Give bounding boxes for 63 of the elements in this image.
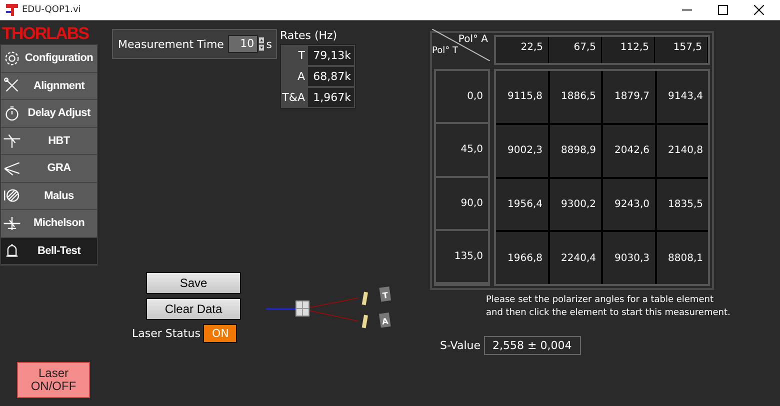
save-button[interactable]: Save [146,272,241,294]
rate-label: T [297,48,306,64]
table-cell[interactable]: 1956,4 [496,178,548,230]
table-cell[interactable]: 1966,8 [496,232,548,284]
close-icon[interactable] [754,5,764,15]
table-cell[interactable]: 9143,4 [656,71,708,123]
spinner-control[interactable] [259,35,264,53]
window-title: EDU-QOP1.vi [22,5,82,15]
column-header: 67,5 [549,37,602,63]
rates-title: Rates (Hz) [280,29,338,42]
unit-label: s [266,38,272,50]
row-axis-label: Pol° T [432,46,458,56]
table-cell[interactable]: 2140,8 [656,124,708,176]
app-icon [5,3,19,17]
nav-item[interactable]: Michelson [1,210,97,238]
tools-icon [3,77,21,94]
measurement-field[interactable]: 10 [228,35,258,53]
s-value-label: S-Value [440,339,481,352]
polarizer-icon [3,187,21,204]
table-cell[interactable]: 9243,0 [603,178,654,230]
table-cell[interactable]: 2042,6 [603,124,654,176]
nav-item[interactable]: Malus [1,182,97,210]
table-cell[interactable]: 9030,3 [603,232,654,284]
instruction-text: Please set the polarizer angles for a table element and then click the element to start this measurement. [486,294,730,320]
row-header: 90,0 [436,178,488,231]
table-cell[interactable]: 1886,5 [550,71,601,123]
rate-value: 1,967k [308,88,354,107]
table-cell[interactable]: 1835,5 [656,178,708,230]
gear-icon [3,50,21,67]
laser-button[interactable]: Laser ON/OFF [17,362,90,398]
setup-drawing: T A [266,284,396,330]
divider-line [432,29,490,61]
maximize-icon[interactable] [718,5,728,15]
column-header: 157,5 [655,37,708,63]
column-header: 22,5 [496,37,549,63]
column-header: 112,5 [602,37,655,63]
measurement-label: Measurement Time [118,38,224,50]
logo: THORLABS [1,23,88,44]
beam-splitter-icon [3,132,21,150]
stopwatch-icon [3,104,21,122]
rate-value: 68,87k [308,67,354,86]
rate-label: T&A [282,90,306,106]
column-axis-label: Pol° A [458,34,488,45]
nav-item[interactable]: Bell-Test [1,238,97,265]
s-value-field: 2,558 ± 0,004 [484,336,581,355]
rate-value: 79,13k [308,46,354,65]
table-cell[interactable]: 9115,8 [496,71,548,123]
table-cell[interactable]: 9002,3 [496,124,548,176]
table-cell[interactable]: 9300,2 [550,178,601,230]
table-cell[interactable]: 8808,1 [656,232,708,284]
beam-paths-icon [3,160,21,177]
nav-item[interactable]: Configuration [1,45,97,72]
table-cell[interactable]: 1879,7 [603,71,654,123]
nav-item[interactable]: Delay Adjust [1,100,97,128]
table-cell[interactable]: 2240,4 [550,232,601,284]
clear-data-button[interactable]: Clear Data [146,298,241,320]
table-cell[interactable]: 8898,9 [550,124,601,176]
nav-item[interactable]: Alignment [1,72,97,100]
interferometer-icon [3,214,21,232]
nav-item[interactable]: HBT [1,128,97,155]
nav-item[interactable]: GRA [1,155,97,182]
laser-status-label: Laser Status [132,327,200,340]
rate-label: A [296,69,306,85]
